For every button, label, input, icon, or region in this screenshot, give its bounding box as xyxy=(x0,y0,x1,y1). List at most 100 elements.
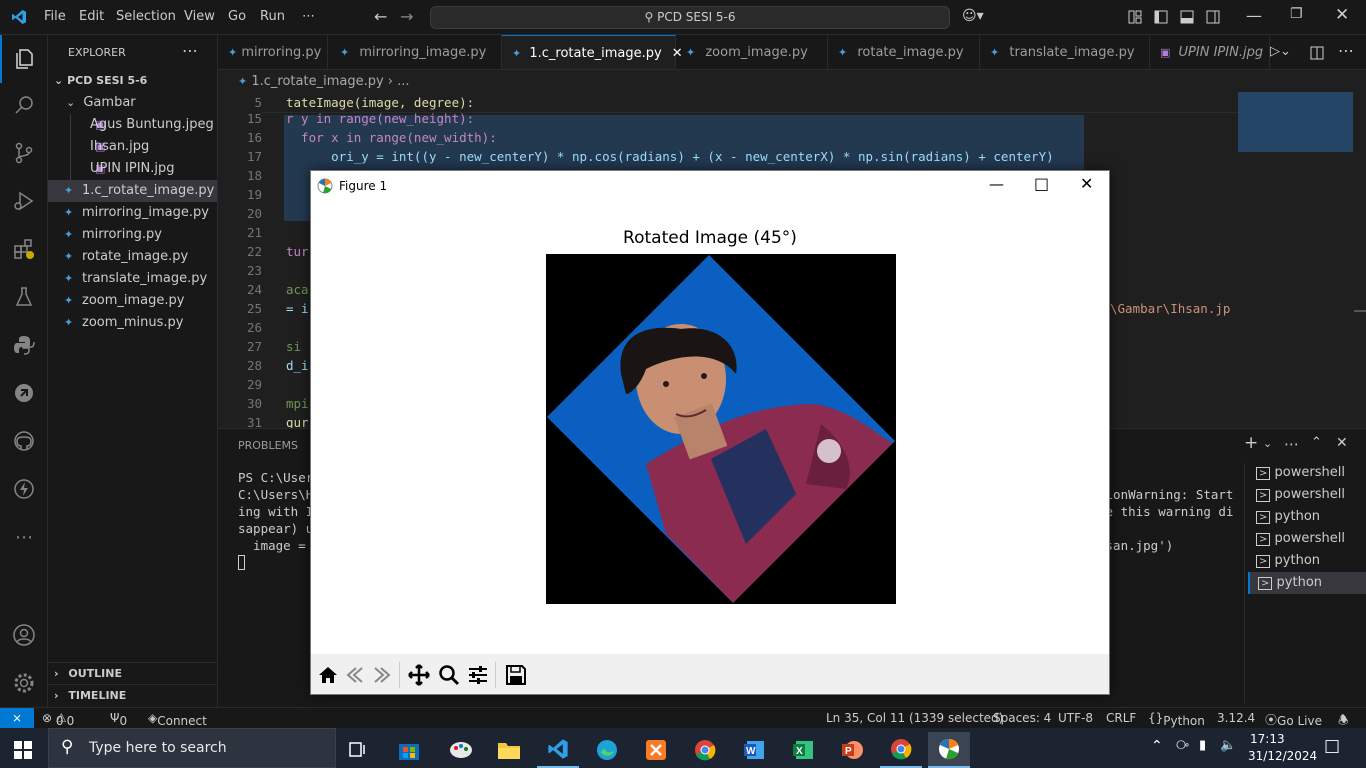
clock-date[interactable]: 31/12/2024 xyxy=(1248,749,1317,763)
menu-edit[interactable]: Edit xyxy=(79,9,104,24)
new-terminal-icon[interactable]: + xyxy=(1244,433,1258,453)
battery-icon[interactable]: ▮ xyxy=(1199,738,1206,753)
close-panel-icon[interactable]: ✕ xyxy=(1336,435,1348,451)
line-ending[interactable]: CRLF xyxy=(1106,711,1136,725)
command-center-search[interactable]: ⚲ PCD SESI 5-6 xyxy=(430,6,950,29)
timeline-section[interactable]: › TIMELINE xyxy=(48,684,217,706)
menu-more[interactable]: ⋯ xyxy=(302,9,315,24)
menu-file[interactable]: File xyxy=(44,9,66,24)
show-hidden-icons-chevron-icon[interactable]: ⌃ xyxy=(1151,738,1163,754)
accounts-icon[interactable] xyxy=(0,611,48,659)
terminal-item[interactable]: > powershell xyxy=(1248,462,1366,484)
connect-status[interactable]: ◈ Connect xyxy=(148,711,207,728)
manage-gear-icon[interactable] xyxy=(0,659,48,707)
file-item-python[interactable]: ✦ zoom_image.py xyxy=(48,290,217,312)
terminal-item[interactable]: > python xyxy=(1248,550,1366,572)
outline-section[interactable]: › OUTLINE xyxy=(48,662,217,684)
panel-more-icon[interactable]: ⋯ xyxy=(1284,435,1299,453)
zoom-magnifier-icon[interactable] xyxy=(438,664,460,686)
menu-go[interactable]: Go xyxy=(228,9,246,24)
file-item-python[interactable]: ✦ zoom_minus.py xyxy=(48,312,217,334)
cursor-position[interactable]: Ln 35, Col 11 (1339 selected) xyxy=(826,711,1003,725)
chrome-icon[interactable] xyxy=(684,732,726,768)
thunder-client-icon[interactable] xyxy=(0,465,48,513)
minimap[interactable] xyxy=(1238,92,1353,152)
minimize-icon[interactable]: — xyxy=(1246,6,1262,25)
maximize-icon[interactable]: □ xyxy=(1034,174,1049,193)
back-arrow-icon[interactable] xyxy=(344,664,366,686)
folder-gambar[interactable]: ⌄ Gambar xyxy=(48,92,217,114)
terminal-item[interactable]: > powershell xyxy=(1248,484,1366,506)
remote-indicator-icon[interactable]: ⨯ xyxy=(0,708,34,729)
language-mode[interactable]: {} Python xyxy=(1148,711,1205,728)
wifi-icon[interactable]: ⧂ xyxy=(1176,738,1189,753)
terminal-item[interactable]: > python xyxy=(1248,506,1366,528)
forward-arrow-icon[interactable] xyxy=(371,664,393,686)
github-icon[interactable] xyxy=(0,417,48,465)
file-item-image[interactable]: ▣ UPIN IPIN.jpg xyxy=(70,158,217,180)
close-icon[interactable]: ✕ xyxy=(1080,174,1093,193)
tab-problems[interactable]: PROBLEMS xyxy=(238,439,298,452)
chrome-profile-icon[interactable] xyxy=(880,732,922,768)
file-item-python-selected[interactable]: ✦ 1.c_rotate_image.py xyxy=(48,180,217,202)
paint-app-icon[interactable] xyxy=(440,732,482,768)
tab-zoom-image[interactable]: ✦ zoom_image.py xyxy=(676,35,828,69)
split-editor-icon[interactable] xyxy=(1310,46,1324,60)
toggle-panel-icon[interactable] xyxy=(1180,10,1194,24)
file-item-image[interactable]: ▣ Ihsan.jpg xyxy=(70,136,217,158)
project-folder[interactable]: ⌄ PCD SESI 5-6 xyxy=(48,70,217,92)
terminal-item-active[interactable]: > python xyxy=(1248,572,1366,594)
toggle-sidebar-icon[interactable] xyxy=(1154,10,1168,24)
pan-move-icon[interactable] xyxy=(408,664,430,686)
more-views-icon[interactable]: ⋯ xyxy=(0,513,48,561)
file-item-python[interactable]: ✦ translate_image.py xyxy=(48,268,217,290)
explorer-icon[interactable] xyxy=(0,35,48,83)
python-figure-taskbar-icon[interactable] xyxy=(928,732,970,768)
tab-translate-image[interactable]: ✦ translate_image.py xyxy=(980,35,1150,69)
taskbar-search-box[interactable]: ⚲ Type here to search xyxy=(48,728,336,768)
microsoft-store-icon[interactable] xyxy=(388,732,430,768)
save-figure-icon[interactable] xyxy=(505,664,527,686)
close-icon[interactable]: ✕ xyxy=(1335,5,1349,25)
tab-mirroring[interactable]: ✦ mirroring.py xyxy=(218,35,328,69)
xampp-icon[interactable] xyxy=(635,732,677,768)
file-item-image[interactable]: ▣ Agus Buntung.jpeg xyxy=(70,114,217,136)
clock-time[interactable]: 17:13 xyxy=(1250,732,1285,746)
copilot-icon[interactable]: ☺▾ xyxy=(962,8,984,24)
search-icon[interactable] xyxy=(0,81,48,129)
word-icon[interactable]: W xyxy=(733,732,775,768)
task-view-icon[interactable] xyxy=(338,732,380,768)
terminal-item[interactable]: > powershell xyxy=(1248,528,1366,550)
home-icon[interactable] xyxy=(317,664,339,686)
run-debug-icon[interactable] xyxy=(0,177,48,225)
menu-run[interactable]: Run xyxy=(260,9,285,24)
menu-view[interactable]: View xyxy=(184,9,215,24)
configure-subplots-icon[interactable] xyxy=(467,664,489,686)
layout-customize-icon[interactable] xyxy=(1128,10,1142,24)
forward-arrow-icon[interactable]: → xyxy=(400,7,413,26)
file-item-python[interactable]: ✦ mirroring.py xyxy=(48,224,217,246)
ports-indicator[interactable]: Ψ0 xyxy=(110,711,127,728)
source-control-icon[interactable] xyxy=(0,129,48,177)
tab-upin-ipin[interactable]: ▣ UPIN IPIN.jpg xyxy=(1150,35,1270,69)
editor-more-icon[interactable]: ⋯ xyxy=(1338,41,1354,60)
file-item-python[interactable]: ✦ rotate_image.py xyxy=(48,246,217,268)
windows-start-icon[interactable] xyxy=(2,732,44,768)
tab-rotate-image[interactable]: ✦ rotate_image.py xyxy=(828,35,980,69)
excel-icon[interactable]: X xyxy=(782,732,824,768)
powerpoint-icon[interactable]: P xyxy=(831,732,873,768)
tab-mirroring-image[interactable]: ✦ mirroring_image.py xyxy=(330,35,502,69)
tab-rotate-image-active[interactable]: ✦ 1.c_rotate_image.py ✕ xyxy=(502,35,683,69)
go-live[interactable]: ⦿ Go Live xyxy=(1265,711,1322,728)
errors-warnings[interactable]: ⊗ 0 ⚠ 0 xyxy=(42,711,74,728)
python-icon[interactable] xyxy=(0,321,48,369)
run-play-icon[interactable]: ▷⌄ xyxy=(1270,44,1291,59)
restore-icon[interactable]: ❐ xyxy=(1290,6,1303,22)
python-version[interactable]: 3.12.4 xyxy=(1217,711,1255,725)
file-item-python[interactable]: ✦ mirroring_image.py xyxy=(48,202,217,224)
encoding[interactable]: UTF-8 xyxy=(1058,711,1093,725)
figure-title-bar[interactable]: Figure 1 — □ ✕ xyxy=(311,171,1109,201)
explorer-more-icon[interactable]: ⋯ xyxy=(182,41,198,60)
testing-icon[interactable] xyxy=(0,273,48,321)
volume-icon[interactable]: 🔈 xyxy=(1220,738,1236,753)
